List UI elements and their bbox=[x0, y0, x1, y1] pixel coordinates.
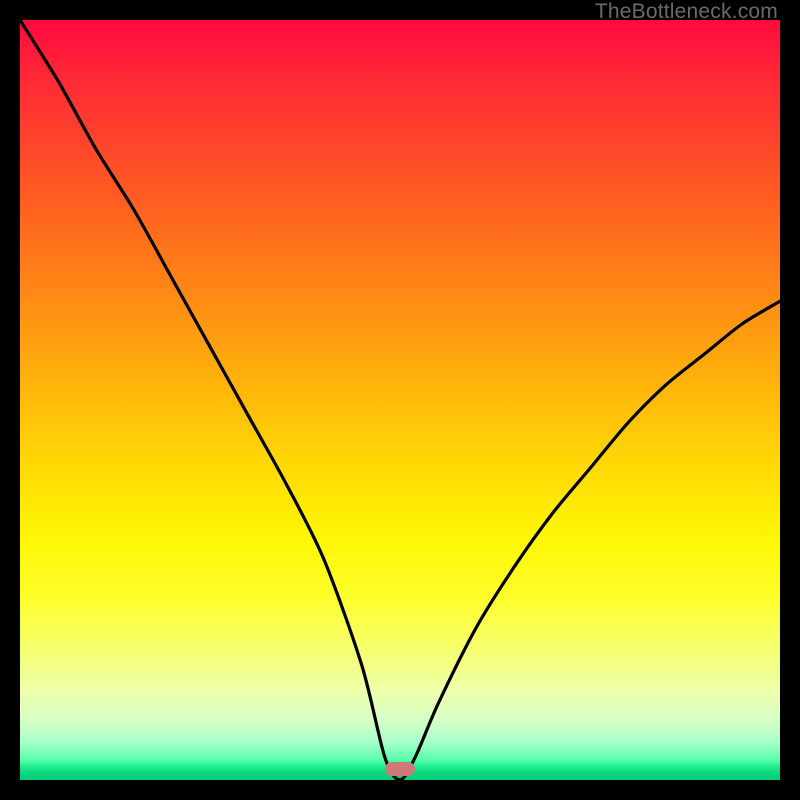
min-marker bbox=[385, 762, 415, 776]
bottleneck-curve bbox=[20, 20, 780, 780]
chart-frame: TheBottleneck.com bbox=[0, 0, 800, 800]
plot-area bbox=[20, 20, 780, 780]
